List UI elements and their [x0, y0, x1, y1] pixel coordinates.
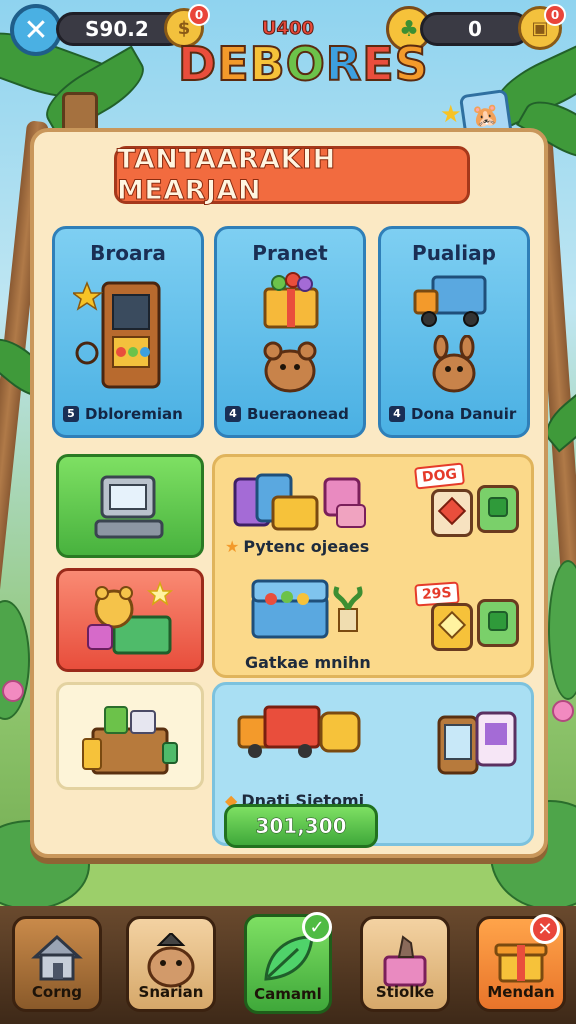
offer-tag: DOG — [413, 462, 466, 490]
red-gem-card[interactable] — [431, 489, 473, 537]
offer-label: Gatkae mnihn — [245, 653, 371, 672]
nav-label: Camaml — [254, 985, 322, 1003]
truck-icon — [413, 275, 487, 327]
crate-card[interactable] — [56, 682, 204, 790]
green-gem-card[interactable] — [477, 485, 519, 533]
game-logo: U400 DEBORES — [177, 18, 429, 108]
bush — [548, 560, 576, 700]
nav-label: Corng — [31, 983, 83, 1001]
gift-box-icon — [263, 272, 319, 329]
arcade-machine-icon — [73, 280, 161, 389]
card-count: 4 — [225, 406, 241, 422]
nav-pets-button[interactable]: Snarian — [126, 916, 216, 1012]
card-footer: 4 Dona Danuir — [389, 401, 519, 427]
bush — [0, 600, 30, 720]
shop-offers-area: ★ Pytenc ojeaes DOG Gatkae mnihn 29S — [212, 454, 534, 678]
computer-card[interactable] — [56, 454, 204, 558]
toy-card[interactable] — [56, 568, 204, 672]
gem-amount: 0 — [468, 17, 482, 41]
offer-label: ★ Pytenc ojeaes — [225, 537, 370, 556]
nav-home-button[interactable]: Corng — [12, 916, 102, 1012]
card-title: Pranet — [252, 241, 328, 265]
phone-cards-icon[interactable] — [433, 705, 525, 785]
coin-amount: S90.2 — [85, 17, 149, 41]
category-card[interactable]: Broara 5 Dbloremian — [52, 226, 204, 438]
category-card[interactable]: Pualiap 4 Dona Danuir — [378, 226, 530, 438]
gold-gem-card[interactable] — [431, 603, 473, 651]
kangaroo-pet-icon — [432, 335, 476, 393]
card-label: Bueraonead — [247, 405, 349, 423]
green-gem-card[interactable] — [477, 599, 519, 647]
logo-small-text: U400 — [261, 18, 315, 40]
category-card[interactable]: Pranet 4 Bueraonead — [214, 226, 366, 438]
sparkle-icon: ★ — [440, 100, 462, 128]
vehicle-bundle-icon[interactable] — [235, 697, 365, 767]
card-footer: 4 Bueraonead — [225, 401, 355, 427]
computer-icon — [94, 475, 164, 539]
flower-pot-icon — [383, 935, 427, 987]
nav-label: Mendan — [487, 983, 555, 1001]
close-icon: ✕ — [23, 12, 49, 48]
card-count: 5 — [63, 406, 79, 422]
card-footer: 5 Dbloremian — [63, 401, 193, 427]
close-button[interactable]: ✕ — [10, 4, 62, 56]
flower — [2, 680, 24, 702]
nav-label: Snarian — [138, 983, 204, 1001]
card-label: Dona Danuir — [411, 405, 517, 423]
camp-badge-icon: ✓ — [302, 912, 332, 942]
shop-panel: TANTAARAKIH MEARJAN Broara 5 Dbloremian … — [30, 128, 548, 858]
nav-label: Stiolke — [375, 983, 435, 1001]
teddy-bear-box-icon — [87, 580, 174, 655]
panel-title: TANTAARAKIH MEARJAN — [114, 144, 470, 207]
gem-counter: 0 — [420, 12, 530, 46]
close-icon[interactable]: ✕ — [530, 914, 560, 944]
hamster-icon — [147, 933, 195, 988]
card-label: Dbloremian — [85, 405, 183, 423]
hamster-pet-icon — [263, 341, 317, 393]
buy-button[interactable]: 301,300 — [224, 804, 378, 848]
treasure-notification-badge: 0 — [544, 4, 566, 26]
card-title: Broara — [90, 241, 166, 265]
card-count: 4 — [389, 406, 405, 422]
house-icon — [31, 934, 83, 981]
nav-stock-button[interactable]: Stiolke — [360, 916, 450, 1012]
treasure-chest-icon[interactable] — [245, 573, 375, 645]
star-icon: ★ — [225, 537, 240, 556]
logo-big-text: DEBORES — [177, 37, 429, 91]
cards-bundle-icon[interactable] — [229, 469, 369, 539]
item-crate-icon — [82, 706, 178, 775]
flower — [552, 700, 574, 722]
card-title: Pualiap — [412, 241, 496, 265]
